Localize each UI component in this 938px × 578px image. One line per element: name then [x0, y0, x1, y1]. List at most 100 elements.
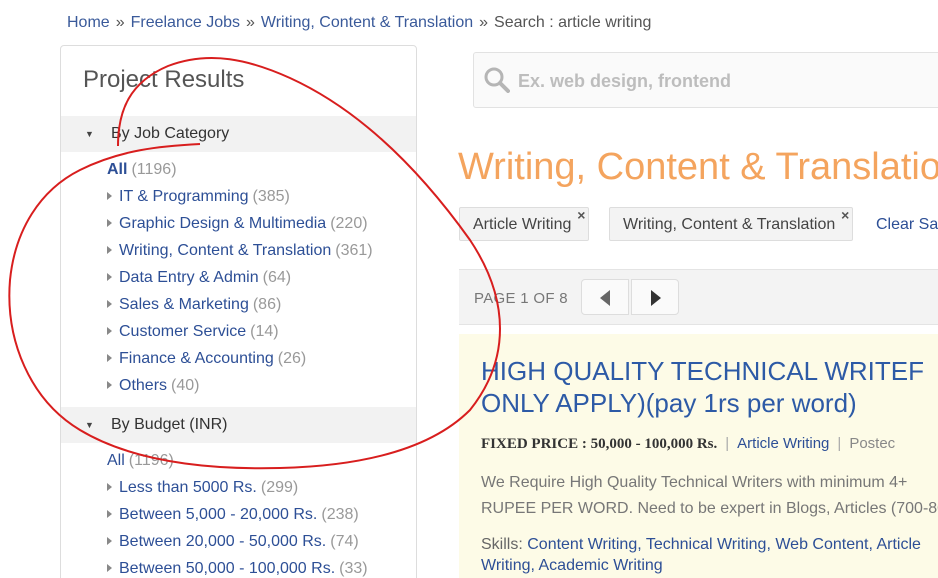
close-icon[interactable]: ×	[577, 198, 585, 232]
filter-chip-label: Article Writing	[473, 216, 572, 233]
skill-link[interactable]: Content Writing,	[527, 536, 641, 553]
filter-chip-article-writing[interactable]: Article Writing ×	[459, 207, 590, 241]
triangle-right-icon	[107, 563, 112, 572]
triangle-right-icon	[651, 290, 661, 306]
budget-count: (1196)	[128, 452, 174, 469]
job-price: FIXED PRICE : 50,000 - 100,000 Rs.	[481, 436, 718, 452]
category-item-sales-marketing[interactable]: Sales & Marketing (86)	[107, 291, 373, 318]
skill-link[interactable]: Web Content,	[775, 536, 873, 553]
filter-chip-label: Writing, Content & Translation	[623, 216, 836, 233]
pager-bar: PAGE 1 OF 8	[459, 269, 938, 325]
budget-name: Between 5,000 - 20,000 Rs.	[119, 506, 318, 523]
budget-name: All	[107, 452, 125, 469]
job-meta: FIXED PRICE : 50,000 - 100,000 Rs. | Artic…	[481, 435, 895, 453]
breadcrumb-writing-content[interactable]: Writing, Content & Translation	[261, 14, 473, 31]
job-title[interactable]: HIGH QUALITY TECHNICAL WRITEF ONLY APPLY…	[481, 355, 938, 419]
budget-name: Between 50,000 - 100,000 Rs.	[119, 560, 336, 577]
triangle-right-icon	[107, 536, 112, 545]
job-category-section-header[interactable]: ▼ By Job Category	[61, 116, 416, 152]
budget-item-all[interactable]: All (1196)	[107, 447, 368, 474]
triangle-right-icon	[107, 299, 112, 308]
category-title: Writing, Content & Translation	[458, 146, 938, 188]
skills-label: Skills:	[481, 536, 523, 553]
job-title-line: HIGH QUALITY TECHNICAL WRITEF	[481, 356, 925, 386]
category-count: (220)	[330, 215, 368, 232]
category-item-others[interactable]: Others (40)	[107, 372, 373, 399]
budget-name: Between 20,000 - 50,000 Rs.	[119, 533, 327, 550]
budget-item-20000-50000[interactable]: Between 20,000 - 50,000 Rs. (74)	[107, 528, 368, 555]
meta-divider: |	[725, 435, 730, 452]
budget-item-less-5000[interactable]: Less than 5000 Rs. (299)	[107, 474, 368, 501]
next-page-button[interactable]	[631, 279, 679, 315]
sidebar-title: Project Results	[83, 66, 245, 93]
category-item-all[interactable]: All (1196)	[107, 156, 373, 183]
category-item-customer-service[interactable]: Customer Service (14)	[107, 318, 373, 345]
category-name: Graphic Design & Multimedia	[119, 215, 327, 232]
job-description-line: We Require High Quality Technical Writer…	[481, 474, 908, 491]
job-title-line: ONLY APPLY)(pay 1rs per word)	[481, 388, 857, 418]
triangle-right-icon	[107, 272, 112, 281]
page-indicator: PAGE 1 OF 8	[474, 290, 568, 307]
job-skills: Skills: Content Writing, Technical Writi…	[481, 534, 921, 576]
category-name: Data Entry & Admin	[119, 269, 259, 286]
breadcrumb-separator: »	[245, 14, 255, 31]
category-count: (361)	[335, 242, 373, 259]
job-category-list: All (1196) IT & Programming (385) Graphic …	[107, 156, 373, 399]
budget-section-header[interactable]: ▼ By Budget (INR)	[61, 407, 416, 443]
category-count: (14)	[250, 323, 279, 340]
category-name: All	[107, 161, 128, 178]
breadcrumb-separator: »	[115, 14, 125, 31]
triangle-left-icon	[600, 290, 610, 306]
filter-chip-writing-content[interactable]: Writing, Content & Translation ×	[609, 207, 854, 241]
caret-down-icon: ▼	[85, 129, 94, 139]
breadcrumb-home[interactable]: Home	[67, 14, 110, 31]
job-description: We Require High Quality Technical Writer…	[481, 470, 938, 522]
budget-item-5000-20000[interactable]: Between 5,000 - 20,000 Rs. (238)	[107, 501, 368, 528]
triangle-right-icon	[107, 380, 112, 389]
category-count: (385)	[252, 188, 290, 205]
job-card: HIGH QUALITY TECHNICAL WRITEF ONLY APPLY…	[459, 334, 938, 578]
category-name: Sales & Marketing	[119, 296, 249, 313]
skill-link[interactable]: Article	[876, 536, 920, 553]
search-box	[473, 52, 938, 108]
budget-heading: By Budget (INR)	[111, 416, 228, 433]
category-count: (64)	[262, 269, 292, 286]
meta-divider: |	[837, 435, 842, 452]
triangle-right-icon	[107, 326, 112, 335]
category-name: Others	[119, 377, 168, 394]
budget-count: (33)	[339, 560, 368, 577]
page: Home » Freelance Jobs » Writing, Content & T…	[0, 0, 938, 578]
budget-name: Less than 5000 Rs.	[119, 479, 257, 496]
budget-count: (299)	[260, 479, 299, 496]
category-item-finance[interactable]: Finance & Accounting (26)	[107, 345, 373, 372]
previous-page-button[interactable]	[581, 279, 629, 315]
triangle-right-icon	[107, 245, 112, 254]
breadcrumb-current: Search : article writing	[494, 14, 652, 31]
breadcrumb-separator: »	[479, 14, 489, 31]
breadcrumb-freelance-jobs[interactable]: Freelance Jobs	[131, 14, 240, 31]
budget-count: (238)	[321, 506, 359, 523]
category-item-data-entry[interactable]: Data Entry & Admin (64)	[107, 264, 373, 291]
triangle-right-icon	[107, 353, 112, 362]
budget-item-50000-100000[interactable]: Between 50,000 - 100,000 Rs. (33)	[107, 555, 368, 578]
breadcrumb: Home » Freelance Jobs » Writing, Content & T…	[67, 14, 651, 32]
skill-link[interactable]: Writing,	[481, 557, 535, 574]
job-description-line: RUPEE PER WORD. Need to be expert in Blo…	[481, 500, 938, 517]
budget-list: All (1196) Less than 5000 Rs. (299) Betwee…	[107, 447, 368, 578]
category-name: Finance & Accounting	[119, 350, 274, 367]
category-count: (1196)	[131, 161, 177, 178]
category-name: Writing, Content & Translation	[119, 242, 332, 259]
budget-count: (74)	[330, 533, 359, 550]
category-count: (26)	[277, 350, 307, 367]
category-item-writing-content[interactable]: Writing, Content & Translation (361)	[107, 237, 373, 264]
skill-link[interactable]: Academic Writing	[539, 557, 663, 574]
search-input[interactable]	[516, 67, 938, 95]
skill-link[interactable]: Technical Writing,	[646, 536, 771, 553]
category-item-it-programming[interactable]: IT & Programming (385)	[107, 183, 373, 210]
category-name: Customer Service	[119, 323, 247, 340]
close-icon[interactable]: ×	[841, 198, 849, 232]
clear-search-link[interactable]: Clear Sa	[876, 216, 938, 234]
category-item-graphic-design[interactable]: Graphic Design & Multimedia (220)	[107, 210, 373, 237]
job-category-link[interactable]: Article Writing	[737, 435, 829, 452]
search-icon	[484, 67, 510, 93]
